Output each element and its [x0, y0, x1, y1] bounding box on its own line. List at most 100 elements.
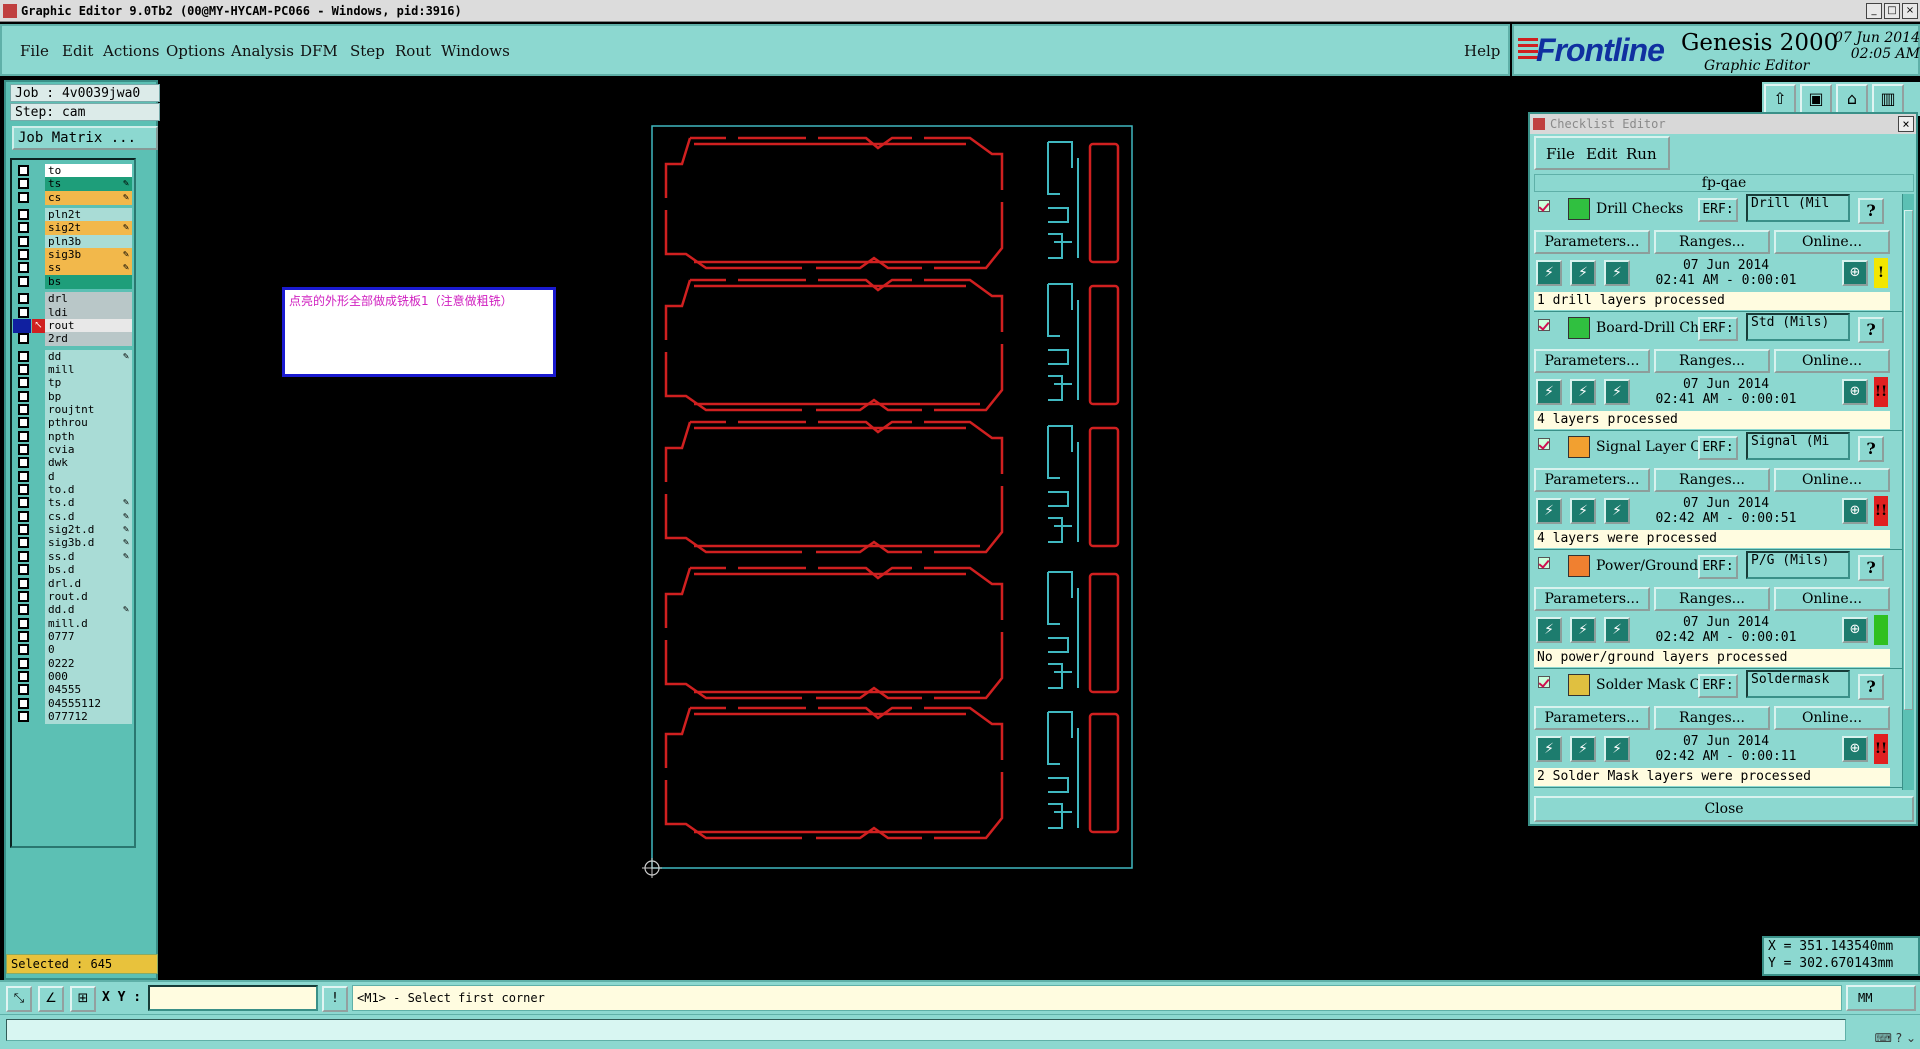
layer-row[interactable]: cs.d ✎: [14, 509, 134, 524]
layer-visibility-checkbox[interactable]: [18, 537, 29, 549]
layer-name[interactable]: to: [45, 164, 132, 178]
erf-value[interactable]: P/G (Mils): [1746, 551, 1850, 579]
parameters-button[interactable]: Parameters...: [1534, 230, 1650, 254]
run-selected-icon[interactable]: ⚡: [1570, 498, 1596, 524]
layer-row[interactable]: ↖ rout: [13, 318, 134, 333]
layer-row[interactable]: 0777: [14, 629, 134, 644]
layer-name[interactable]: mill: [45, 362, 132, 377]
layer-row[interactable]: ts.d ✎: [14, 496, 134, 511]
layer-row[interactable]: npth: [14, 429, 134, 444]
layer-name[interactable]: rout.d: [45, 589, 132, 604]
layer-name[interactable]: dd.d ✎: [45, 603, 132, 618]
layer-row[interactable]: sig2t.d ✎: [14, 523, 134, 538]
select-mode-icon[interactable]: ⤡: [6, 986, 32, 1012]
menu-windows[interactable]: Windows: [441, 42, 510, 60]
run-icon[interactable]: ⚡: [1536, 498, 1562, 524]
layer-visibility-checkbox[interactable]: [18, 390, 29, 402]
layer-name[interactable]: pthrou: [45, 416, 132, 431]
layer-row[interactable]: bs: [14, 274, 134, 289]
zoom-results-icon[interactable]: ⊕: [1842, 260, 1868, 286]
layer-row[interactable]: cs ✎: [14, 190, 134, 205]
layer-visibility-checkbox[interactable]: [18, 644, 29, 656]
layer-name[interactable]: sig2t ✎: [45, 221, 132, 236]
ranges-button[interactable]: Ranges...: [1654, 706, 1770, 730]
layer-name[interactable]: ss.d ✎: [45, 549, 132, 564]
units-toggle[interactable]: MM: [1846, 985, 1916, 1011]
layer-visibility-checkbox[interactable]: [18, 617, 29, 629]
layer-visibility-checkbox[interactable]: [18, 430, 29, 442]
menu-edit[interactable]: Edit: [62, 42, 93, 60]
menu-rout[interactable]: Rout: [395, 42, 431, 60]
job-matrix-button[interactable]: Job Matrix ...: [12, 126, 158, 150]
layer-name[interactable]: cvia: [45, 443, 132, 457]
help-icon[interactable]: ?: [1858, 317, 1884, 343]
layer-visibility-checkbox[interactable]: [18, 484, 29, 496]
ranges-button[interactable]: Ranges...: [1654, 230, 1770, 254]
online-button[interactable]: Online...: [1774, 468, 1890, 492]
erf-button[interactable]: ERF:: [1698, 317, 1738, 341]
layer-visibility-checkbox[interactable]: [18, 403, 29, 415]
layer-row[interactable]: to.d: [14, 483, 134, 498]
layer-name[interactable]: cs ✎: [45, 190, 132, 205]
minimize-button[interactable]: _: [1866, 2, 1882, 19]
layer-visibility-checkbox[interactable]: [18, 497, 29, 509]
action-enabled-checkbox[interactable]: [1538, 676, 1550, 688]
layer-row[interactable]: bp: [14, 389, 134, 404]
layer-row[interactable]: bs.d: [14, 563, 134, 578]
layer-row[interactable]: pln2t: [14, 208, 134, 223]
close-button[interactable]: ×: [1902, 2, 1918, 19]
layer-name[interactable]: ss ✎: [45, 261, 132, 276]
layer-visibility-checkbox[interactable]: [18, 275, 29, 287]
layer-row[interactable]: dd.d ✎: [14, 603, 134, 618]
layer-row[interactable]: sig3b.d ✎: [14, 536, 134, 551]
layer-name[interactable]: bp: [45, 389, 132, 404]
layer-name[interactable]: sig3b.d ✎: [45, 536, 132, 551]
ranges-button[interactable]: Ranges...: [1654, 587, 1770, 611]
action-enabled-checkbox[interactable]: [1538, 319, 1550, 331]
run-all-icon[interactable]: ⚡: [1604, 379, 1630, 405]
layer-visibility-checkbox[interactable]: [18, 377, 29, 389]
layer-row[interactable]: 04555: [14, 683, 134, 698]
parameters-button[interactable]: Parameters...: [1534, 349, 1650, 373]
layer-name[interactable]: 04555112: [45, 696, 132, 711]
menu-help[interactable]: Help: [1464, 42, 1500, 60]
run-icon[interactable]: ⚡: [1536, 379, 1562, 405]
online-button[interactable]: Online...: [1774, 230, 1890, 254]
layer-row[interactable]: pln3b: [14, 234, 134, 249]
layer-name[interactable]: dwk: [45, 456, 132, 471]
window-icon[interactable]: ▥: [1872, 84, 1904, 114]
zoom-results-icon[interactable]: ⊕: [1842, 498, 1868, 524]
layer-visibility-checkbox[interactable]: [18, 209, 29, 221]
erf-button[interactable]: ERF:: [1698, 674, 1738, 698]
layer-name[interactable]: 000: [45, 669, 132, 684]
layer-visibility-checkbox[interactable]: [18, 670, 29, 682]
layer-name[interactable]: pln2t: [45, 208, 132, 223]
layer-name[interactable]: ldi: [45, 305, 132, 320]
layer-visibility-checkbox[interactable]: [18, 178, 29, 190]
layer-name[interactable]: rout: [45, 318, 132, 333]
layer-row[interactable]: ss ✎: [14, 261, 134, 276]
action-enabled-checkbox[interactable]: [1538, 200, 1550, 212]
erf-button[interactable]: ERF:: [1698, 436, 1738, 460]
layer-visibility-checkbox[interactable]: [18, 444, 29, 455]
layer-row[interactable]: ldi: [14, 305, 134, 320]
layer-visibility-checkbox[interactable]: [18, 577, 29, 589]
layer-row[interactable]: rout.d: [14, 589, 134, 604]
checklist-menu-file[interactable]: File: [1546, 145, 1575, 163]
erf-button[interactable]: ERF:: [1698, 555, 1738, 579]
checklist-close-icon[interactable]: ×: [1898, 116, 1914, 132]
layer-visibility-checkbox[interactable]: [18, 235, 29, 247]
online-button[interactable]: Online...: [1774, 349, 1890, 373]
checklist-menu-run[interactable]: Run: [1626, 145, 1657, 163]
parameters-button[interactable]: Parameters...: [1534, 587, 1650, 611]
erf-value[interactable]: Std (Mils): [1746, 313, 1850, 341]
layer-row[interactable]: 04555112: [14, 696, 134, 711]
layer-row[interactable]: 000: [14, 669, 134, 684]
run-selected-icon[interactable]: ⚡: [1570, 736, 1596, 762]
layer-visibility-checkbox[interactable]: [18, 604, 29, 616]
menu-options[interactable]: Options: [166, 42, 225, 60]
online-button[interactable]: Online...: [1774, 706, 1890, 730]
layer-visibility-checkbox[interactable]: [18, 630, 29, 642]
layer-visibility-checkbox[interactable]: [18, 684, 29, 696]
layer-name[interactable]: pln3b: [45, 234, 132, 249]
